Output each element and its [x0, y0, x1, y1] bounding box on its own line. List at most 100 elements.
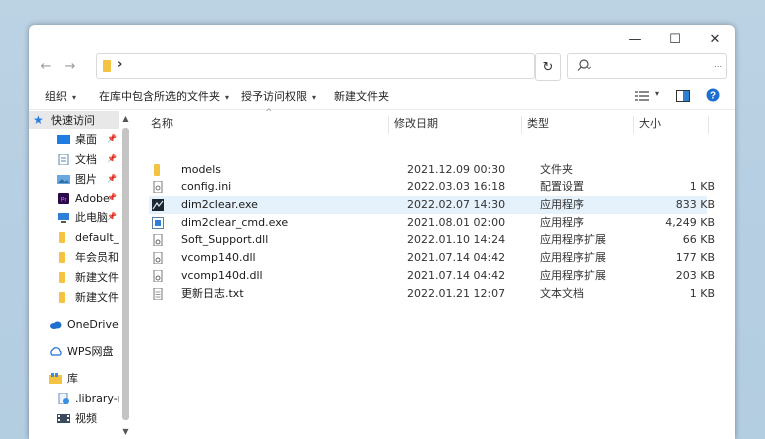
title-bar: — ☐ ✕: [29, 25, 735, 53]
txt-icon: [153, 288, 163, 300]
folder-icon: [154, 164, 160, 176]
file-modified: 2021.07.14 04:42: [407, 251, 506, 264]
scrollbar-thumb[interactable]: [122, 128, 129, 420]
file-name: vcomp140.dll: [181, 251, 256, 264]
file-row-selected[interactable]: dim2clear.exe 2022.02.07 14:30 应用程序 833 …: [149, 196, 715, 214]
file-row[interactable]: vcomp140d.dll 2021.07.14 04:42 应用程序扩展 20…: [149, 267, 715, 285]
back-button[interactable]: ←: [35, 55, 57, 77]
column-type-label: 类型: [527, 117, 549, 130]
nav-new-folder-1-label: 新建文件夹: [75, 271, 119, 284]
file-row[interactable]: Soft_Support.dll 2022.01.10 14:24 应用程序扩展…: [149, 231, 715, 249]
column-divider[interactable]: [633, 116, 634, 134]
refresh-icon: ↻: [542, 59, 554, 75]
app-icon: [152, 199, 164, 211]
nav-onedrive[interactable]: OneDrive: [49, 315, 119, 333]
include-in-library-menu[interactable]: 在库中包含所选的文件夹 ▾: [99, 88, 229, 104]
scroll-down-icon[interactable]: ▼: [119, 424, 132, 438]
maximize-button[interactable]: ☐: [655, 25, 695, 53]
file-list: 名称 ^ 修改日期 类型 大小 models 2021.12.09 00:30 …: [133, 108, 735, 439]
nav-videos[interactable]: 视频: [57, 409, 119, 427]
pin-icon: 📌: [107, 174, 117, 183]
svg-text:Pr: Pr: [61, 197, 67, 203]
nav-folder-default[interactable]: default_1: [57, 228, 119, 246]
nav-onedrive-label: OneDrive: [67, 317, 119, 331]
file-size: [637, 161, 715, 179]
refresh-button[interactable]: ↻: [535, 53, 561, 81]
file-modified: 2022.03.03 16:18: [407, 180, 506, 193]
grant-access-menu[interactable]: 授予访问权限 ▾: [241, 88, 316, 104]
nav-new-folder-1[interactable]: 新建文件夹: [57, 268, 119, 286]
preview-pane-button[interactable]: [675, 88, 691, 104]
file-size: 4,249 KB: [665, 216, 715, 229]
file-row[interactable]: vcomp140.dll 2021.07.14 04:42 应用程序扩展 177…: [149, 249, 715, 267]
caret-down-icon: ▾: [312, 93, 317, 102]
details-view-icon: [635, 91, 649, 101]
close-button[interactable]: ✕: [695, 25, 735, 53]
column-header-name[interactable]: 名称: [151, 112, 173, 134]
close-icon: ✕: [709, 31, 721, 47]
explorer-window: — ☐ ✕ ← → › ⌄ ↻ ... 组织 ▾ 在库中包含所选的文件夹 ▾ 授予访…: [29, 25, 735, 439]
file-type: 应用程序扩展: [540, 233, 606, 246]
pc-icon: [58, 212, 69, 223]
cloud-icon: [50, 321, 62, 329]
picture-icon: [57, 174, 70, 184]
navigation-scrollbar[interactable]: ▲ ▼: [119, 110, 132, 439]
view-options-button[interactable]: ▾: [635, 88, 665, 104]
column-divider[interactable]: [708, 116, 709, 134]
pin-icon: 📌: [107, 154, 117, 163]
column-header-type[interactable]: 类型: [527, 112, 549, 134]
file-name: Soft_Support.dll: [181, 233, 269, 246]
pin-icon: 📌: [107, 193, 117, 202]
nav-library[interactable]: 库: [49, 369, 119, 387]
file-row[interactable]: 更新日志.txt 2022.01.21 12:07 文本文档 1 KB: [149, 285, 715, 303]
star-icon: ★: [33, 112, 44, 127]
grant-access-label: 授予访问权限: [241, 90, 307, 103]
column-divider[interactable]: [521, 116, 522, 134]
search-input[interactable]: ...: [567, 53, 727, 79]
minimize-button[interactable]: —: [615, 25, 655, 53]
new-folder-label: 新建文件夹: [334, 90, 389, 103]
column-header-modified[interactable]: 修改日期: [394, 112, 438, 134]
dll-icon: [153, 234, 163, 246]
file-name: models: [181, 163, 221, 176]
forward-button[interactable]: →: [59, 55, 81, 77]
file-size: 1 KB: [689, 287, 715, 300]
nav-quick-access[interactable]: ★ 快速访问: [29, 111, 119, 129]
nav-new-folder-2-label: 新建文件夹: [75, 291, 119, 304]
organize-menu[interactable]: 组织 ▾: [45, 88, 76, 104]
file-name: vcomp140d.dll: [181, 269, 263, 282]
folder-icon: [59, 291, 65, 303]
maximize-icon: ☐: [669, 31, 681, 47]
minimize-icon: —: [628, 31, 642, 47]
nav-wps-drive-label: WPS网盘: [67, 345, 114, 358]
command-bar: 组织 ▾ 在库中包含所选的文件夹 ▾ 授予访问权限 ▾ 新建文件夹 ▾ ?: [29, 83, 735, 110]
include-in-library-label: 在库中包含所选的文件夹: [99, 90, 220, 103]
file-row[interactable]: config.ini 2022.03.03 16:18 配置设置 1 KB: [149, 178, 715, 196]
file-row[interactable]: dim2clear_cmd.exe 2021.08.01 02:00 应用程序 …: [149, 214, 715, 232]
preview-pane-icon: [676, 90, 690, 102]
file-type: 应用程序扩展: [540, 251, 606, 264]
file-modified: 2022.01.21 12:07: [407, 287, 506, 300]
caret-down-icon: ▾: [225, 93, 230, 102]
folder-icon: [59, 271, 65, 283]
forward-arrow-icon: →: [64, 58, 76, 74]
help-button[interactable]: ?: [705, 87, 721, 103]
dll-icon: [153, 270, 163, 282]
caret-down-icon: ▾: [655, 89, 660, 98]
nav-folder-membership[interactable]: 年会员和永: [57, 248, 119, 266]
nav-wps-drive[interactable]: WPS网盘: [49, 342, 119, 360]
column-header-size[interactable]: 大小: [639, 112, 661, 134]
nav-videos-label: 视频: [75, 412, 97, 425]
file-row[interactable]: models 2021.12.09 00:30 文件夹: [149, 161, 707, 179]
new-folder-button[interactable]: 新建文件夹: [334, 88, 389, 104]
column-size-label: 大小: [639, 117, 661, 130]
scroll-up-icon[interactable]: ▲: [119, 111, 132, 125]
column-modified-label: 修改日期: [394, 117, 438, 130]
nav-new-folder-2[interactable]: 新建文件夹: [57, 288, 119, 306]
desktop-icon: [57, 134, 70, 144]
file-type: 文本文档: [540, 287, 584, 300]
wps-cloud-icon: [50, 346, 62, 356]
nav-library-file[interactable]: .library-m: [57, 389, 119, 407]
column-divider[interactable]: [388, 116, 389, 134]
address-bar[interactable]: › ⌄: [96, 53, 593, 79]
